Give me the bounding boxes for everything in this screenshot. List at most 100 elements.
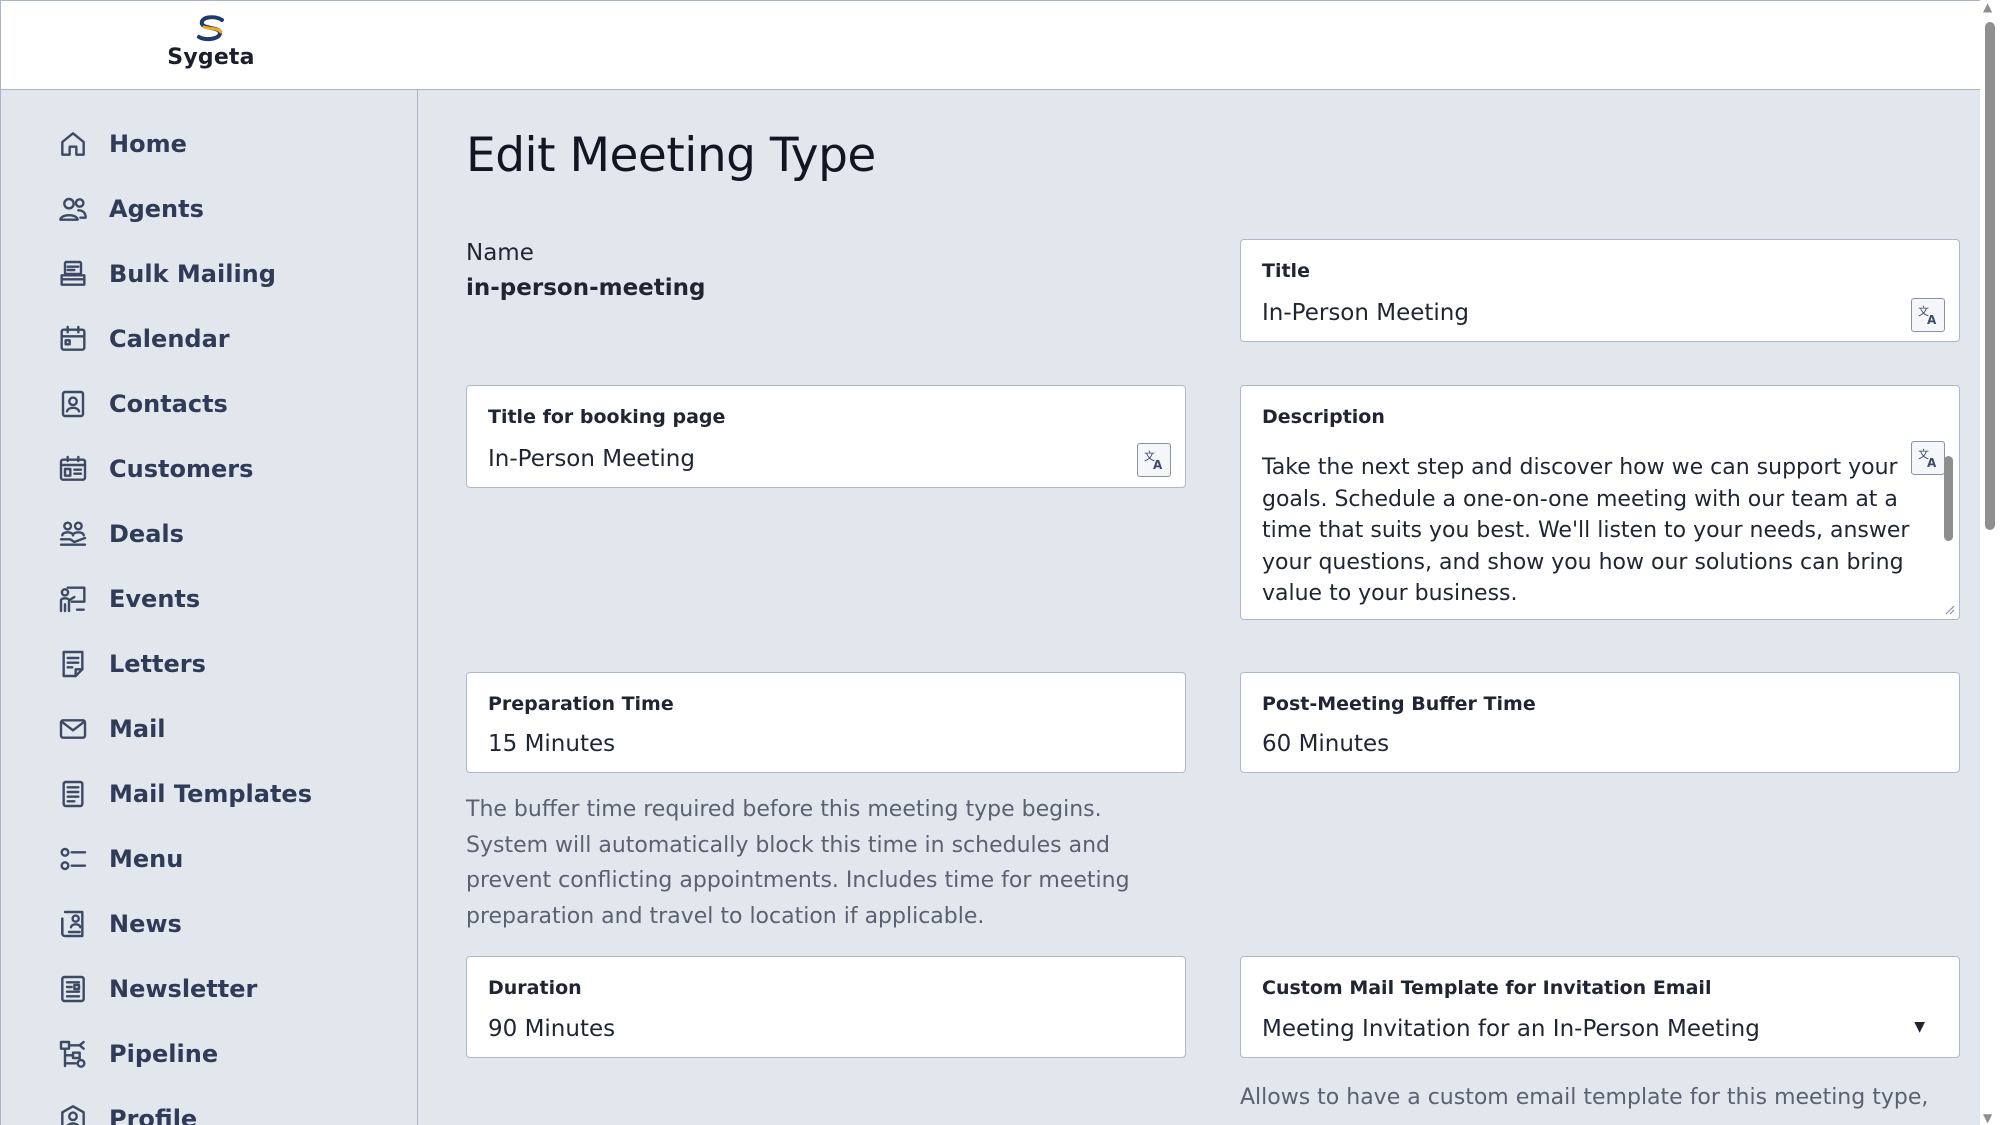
description-line: goals. Schedule a one-on-one meeting wit… [1262,486,1898,512]
translate-button[interactable]: 文A [1911,441,1945,475]
sidebar-item-profile[interactable]: Profile [55,1097,197,1125]
agents-icon [55,191,91,227]
sidebar-item-label: Agents [109,195,204,223]
sidebar-item-label: Events [109,585,201,613]
post-buffer-time-value[interactable]: 60 Minutes [1262,731,1389,757]
translate-icon: 文A [1918,304,1937,327]
description-line: Take the next step and discover how we c… [1262,455,1898,480]
custom-mail-template-help: Allows to have a custom email template f… [1240,1085,1929,1110]
svg-text:A: A [1153,458,1163,472]
letters-icon [55,646,91,682]
help-line: System will automatically block this tim… [466,832,1111,858]
translate-button[interactable]: 文A [1137,443,1171,477]
news-icon [55,906,91,942]
sidebar-item-label: Letters [109,650,206,678]
title-field-value[interactable]: In-Person Meeting [1262,300,1469,326]
description-line: your questions, and show you how our sol… [1262,549,1904,575]
scroll-down-arrow-icon[interactable]: ▼ [1983,1111,1992,1125]
sidebar-item-label: Mail Templates [109,780,312,808]
post-buffer-time-field[interactable]: Post-Meeting Buffer Time 60 Minutes [1240,672,1960,773]
events-icon [55,581,91,617]
translate-button[interactable]: 文A [1911,298,1945,332]
sidebar-item-label: Contacts [109,390,228,418]
sidebar-item-deals[interactable]: Deals [55,512,184,556]
sidebar-item-events[interactable]: Events [55,577,200,621]
help-line: The buffer time required before this mee… [466,797,1102,822]
pipeline-icon [55,1036,91,1072]
sidebar-item-label: Deals [109,520,184,548]
description-line: value to your business. [1262,581,1518,606]
page-title: Edit Meeting Type [466,128,876,183]
menu-icon [55,841,91,877]
sidebar-item-newsletter[interactable]: Newsletter [55,967,257,1011]
name-label: Name [466,240,534,266]
sidebar-item-mail-templates[interactable]: Mail Templates [55,772,312,816]
sidebar-item-menu[interactable]: Menu [55,837,183,881]
top-header: Sygeta [0,0,1980,90]
help-line: prevent conflicting appointments. Includ… [466,868,1130,893]
calendar-icon [55,321,91,357]
sidebar-item-label: Mail [109,715,166,743]
translate-icon: 文A [1144,449,1163,472]
main-content: Edit Meeting Type Name in-person-meeting… [418,90,1980,1125]
sidebar-item-contacts[interactable]: Contacts [55,382,228,426]
duration-value[interactable]: 90 Minutes [488,1016,615,1042]
svg-text:A: A [1927,313,1937,327]
preparation-time-value[interactable]: 15 Minutes [488,731,615,757]
description-scrollbar[interactable] [1941,436,1955,586]
profile-icon [55,1101,91,1125]
description-field[interactable]: Description Take the next step and disco… [1240,385,1960,620]
duration-field[interactable]: Duration 90 Minutes [466,956,1186,1058]
scroll-up-arrow-icon[interactable]: ▲ [1983,0,1992,14]
translate-icon: 文A [1918,447,1937,470]
sidebar-item-pipeline[interactable]: Pipeline [55,1032,218,1076]
sidebar-item-label: Profile [109,1105,198,1125]
booking-title-field-label: Title for booking page [488,406,726,428]
contacts-icon [55,386,91,422]
page-scrollbar[interactable]: ▲ ▼ [1980,0,2000,1125]
preparation-time-label: Preparation Time [488,693,674,715]
name-value: in-person-meeting [466,275,706,301]
booking-title-field-value[interactable]: In-Person Meeting [488,446,695,472]
customers-icon [55,451,91,487]
title-field[interactable]: Title In-Person Meeting 文A [1240,239,1960,342]
mail-templates-icon [55,776,91,812]
chevron-down-icon[interactable]: ▼ [1914,1019,1925,1035]
sidebar-item-agents[interactable]: Agents [55,187,204,231]
description-field-label: Description [1262,406,1385,428]
sidebar-item-customers[interactable]: Customers [55,447,253,491]
brand-logo[interactable]: Sygeta [151,15,271,81]
booking-title-field[interactable]: Title for booking page In-Person Meeting… [466,385,1186,488]
sidebar-item-home[interactable]: Home [55,122,187,166]
resize-handle-icon[interactable] [1943,603,1955,615]
brand-name: Sygeta [167,45,255,70]
sidebar-item-label: Bulk Mailing [109,260,276,288]
page-scrollbar-thumb[interactable] [1985,22,1995,530]
custom-mail-template-value[interactable]: Meeting Invitation for an In-Person Meet… [1262,1016,1760,1042]
app-window: Sygeta Home Agents Bulk Mailing Calendar… [0,0,2000,1125]
sidebar-item-letters[interactable]: Letters [55,642,206,686]
custom-mail-template-label: Custom Mail Template for Invitation Emai… [1262,977,1712,999]
sidebar-item-news[interactable]: News [55,902,182,946]
description-scrollbar-thumb[interactable] [1944,456,1953,541]
duration-label: Duration [488,977,582,999]
description-textarea[interactable]: Take the next step and discover how we c… [1262,452,1912,610]
help-line: preparation and travel to location if ap… [466,903,985,929]
sidebar-item-label: Menu [109,845,184,873]
sidebar-item-label: Customers [109,455,254,483]
svg-text:A: A [1927,456,1937,470]
sidebar-item-label: Calendar [109,325,230,353]
sidebar-item-bulk-mailing[interactable]: Bulk Mailing [55,252,276,296]
bulk-mailing-icon [55,256,91,292]
newsletter-icon [55,971,91,1007]
preparation-time-help: The buffer time required before this mee… [466,792,1186,934]
sidebar-item-label: Newsletter [109,975,258,1003]
custom-mail-template-select[interactable]: Custom Mail Template for Invitation Emai… [1240,956,1960,1058]
sidebar-item-calendar[interactable]: Calendar [55,317,230,361]
mail-icon [55,711,91,747]
sygeta-logo-icon [197,15,224,42]
post-buffer-time-label: Post-Meeting Buffer Time [1262,693,1536,715]
sidebar-item-label: Pipeline [109,1040,219,1068]
preparation-time-field[interactable]: Preparation Time 15 Minutes [466,672,1186,773]
sidebar-item-mail[interactable]: Mail [55,707,166,751]
